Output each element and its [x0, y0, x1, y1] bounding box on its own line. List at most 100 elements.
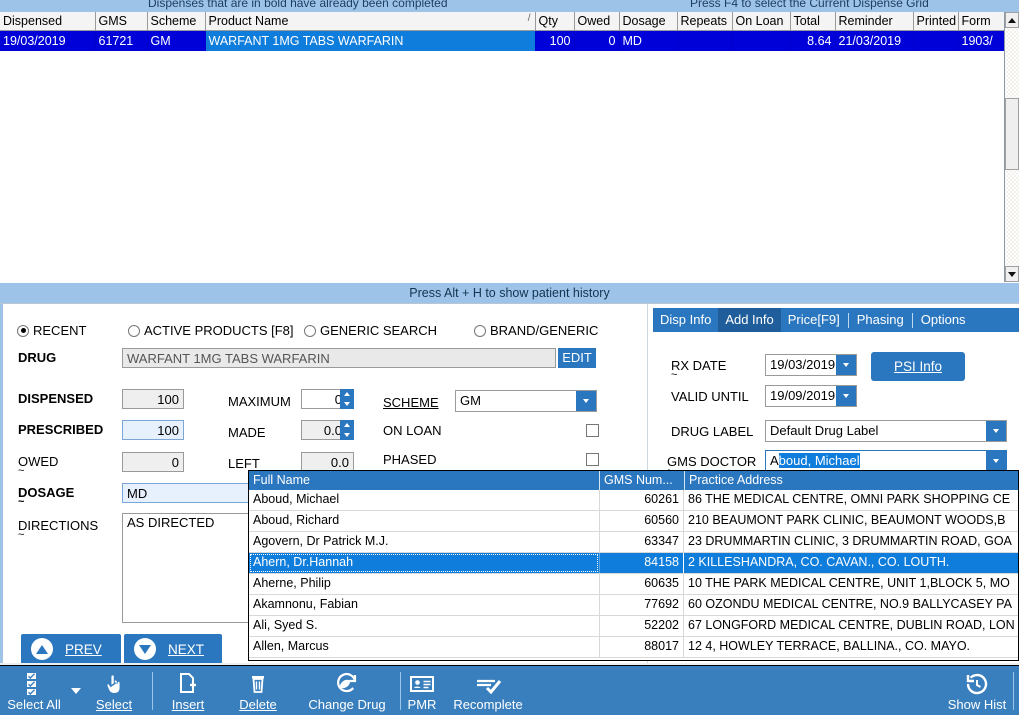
select-all-button[interactable]: Select All — [2, 668, 66, 714]
prescribed-label: PRESCRIBED — [18, 422, 104, 437]
col-repeats[interactable]: Repeats — [677, 12, 733, 31]
radio-recent[interactable]: RECENT — [17, 323, 86, 338]
delete-button[interactable]: Delete — [230, 668, 286, 714]
psi-info-button[interactable]: PSI Info — [871, 352, 965, 381]
tab-add-info[interactable]: Add Info — [718, 308, 781, 332]
scroll-down-button[interactable] — [1005, 266, 1019, 282]
pmr-label-text: PMR — [407, 697, 437, 712]
change-drug-button[interactable]: Change Drug — [298, 668, 396, 714]
cell-dispensed[interactable]: 19/03/2019 — [0, 30, 96, 51]
col-scheme[interactable]: Scheme — [147, 12, 206, 31]
select-all-dropdown-caret-icon[interactable] — [71, 688, 81, 694]
chevron-down-icon[interactable] — [986, 421, 1006, 441]
list-item[interactable]: Aboud, Richard 60560 210 BEAUMONT PARK C… — [249, 511, 1018, 532]
col-product-name[interactable]: Product Name / — [205, 12, 536, 31]
maximum-stepper-down[interactable] — [340, 399, 354, 409]
edit-button[interactable]: EDIT — [558, 348, 596, 368]
cell-total[interactable]: 8.64 — [790, 30, 836, 51]
cell-qty[interactable]: 100 — [535, 30, 575, 51]
list-item[interactable]: Aherne, Philip 60635 10 THE PARK MEDICAL… — [249, 574, 1018, 595]
dropdown-col-practice-address[interactable]: Practice Address — [684, 471, 1018, 490]
insert-button[interactable]: Insert — [160, 668, 216, 714]
cell-scheme[interactable]: GM — [147, 30, 206, 51]
dispensed-input[interactable]: 100 — [122, 389, 184, 409]
col-form[interactable]: Form — [958, 12, 1004, 31]
made-stepper-down[interactable] — [340, 430, 354, 440]
next-button[interactable]: NEXT — [124, 634, 222, 664]
col-owed[interactable]: Owed — [574, 12, 620, 31]
owed-input[interactable]: 0 — [122, 452, 184, 472]
scroll-up-button[interactable] — [1005, 12, 1019, 28]
doctor-gms-number: 60261 — [599, 490, 684, 510]
col-reminder[interactable]: Reminder — [835, 12, 914, 31]
valid-until-select[interactable]: 19/09/2019 — [765, 385, 857, 407]
made-stepper-up[interactable] — [340, 420, 354, 430]
select-button[interactable]: Select — [86, 668, 142, 714]
maximum-stepper-up[interactable] — [340, 389, 354, 399]
col-gms[interactable]: GMS — [95, 12, 148, 31]
left-input[interactable]: 0.0 — [301, 452, 354, 472]
cell-gms[interactable]: 61721 — [95, 30, 148, 51]
gms-doctor-label: GMS DOCTOR~ — [667, 454, 756, 477]
cell-reminder[interactable]: 21/03/2019 — [835, 30, 914, 51]
pmr-button[interactable]: PMR — [398, 668, 446, 714]
radio-active-products[interactable]: ACTIVE PRODUCTS [F8] — [128, 323, 294, 338]
cell-repeats[interactable] — [677, 30, 733, 51]
grid-vertical-scrollbar[interactable] — [1005, 12, 1019, 282]
prescribed-input[interactable]: 100 — [122, 420, 184, 440]
rx-date-select[interactable]: 19/03/2019 — [765, 354, 857, 376]
tab-price[interactable]: Price[F9] — [781, 308, 847, 332]
tab-options[interactable]: Options — [914, 308, 973, 332]
chevron-down-icon[interactable] — [986, 451, 1006, 471]
scrollbar-thumb[interactable] — [1005, 98, 1019, 170]
phased-checkbox[interactable] — [586, 453, 599, 466]
dropdown-col-gms-number[interactable]: GMS Num... — [599, 471, 684, 490]
patient-history-hint-text: Press Alt + H to show patient history — [409, 286, 610, 300]
cell-printed[interactable] — [913, 30, 959, 51]
doctor-name: Ali, Syed S. — [253, 618, 318, 632]
col-printed[interactable]: Printed — [913, 12, 959, 31]
arrow-down-icon — [344, 402, 350, 406]
list-item[interactable]: Aboud, Michael 60261 86 THE MEDICAL CENT… — [249, 490, 1018, 511]
col-dispensed[interactable]: Dispensed — [0, 12, 96, 31]
show-hist-button[interactable]: Show Hist — [935, 668, 1019, 714]
cell-dosage[interactable]: MD — [619, 30, 678, 51]
made-stepper[interactable] — [340, 420, 354, 440]
scheme-select[interactable]: GM — [455, 390, 597, 412]
recomplete-button[interactable]: Recomplete — [448, 668, 528, 714]
list-item[interactable]: Ali, Syed S. 52202 67 LONGFORD MEDICAL C… — [249, 616, 1018, 637]
cell-owed[interactable]: 0 — [574, 30, 620, 51]
prev-button[interactable]: PREV — [21, 634, 121, 664]
radio-brand-generic[interactable]: BRAND/GENERIC — [474, 323, 598, 338]
gms-doctor-combo[interactable]: Aboud, Michael — [765, 450, 1007, 472]
cell-on-loan[interactable] — [732, 30, 791, 51]
col-on-loan[interactable]: On Loan — [732, 12, 791, 31]
drug-input[interactable]: WARFANT 1MG TABS WARFARIN — [122, 348, 556, 368]
cell-form[interactable]: 1903/ — [958, 30, 1004, 51]
doctor-name: Aboud, Michael — [253, 492, 340, 506]
directions-label-text: DIRECTIONS — [18, 518, 99, 533]
tab-phasing[interactable]: Phasing — [850, 308, 911, 332]
radio-generic-search[interactable]: GENERIC SEARCH — [304, 323, 437, 338]
chevron-down-icon[interactable] — [836, 355, 856, 375]
tab-disp-info[interactable]: Disp Info — [653, 308, 718, 332]
doctor-practice-address: 2 KILLESHANDRA, CO. CAVAN., CO. LOUTH. — [688, 555, 950, 569]
col-qty[interactable]: Qty — [535, 12, 575, 31]
chevron-down-icon[interactable] — [576, 391, 596, 411]
info-tabbar: Disp Info Add Info Price[F9] Phasing Opt… — [653, 308, 1019, 332]
list-item[interactable]: Allen, Marcus 88017 12 4, HOWLEY TERRACE… — [249, 637, 1018, 658]
table-row[interactable]: 19/03/2019 61721 GM WARFANT 1MG TABS WAR… — [0, 30, 1004, 51]
col-dosage[interactable]: Dosage — [619, 12, 678, 31]
drug-label-select[interactable]: Default Drug Label — [765, 420, 1007, 442]
gms-doctor-dropdown[interactable]: Full Name GMS Num... Practice Address Ab… — [248, 470, 1019, 661]
col-total[interactable]: Total — [790, 12, 836, 31]
cell-product-name[interactable]: WARFANT 1MG TABS WARFARIN — [205, 30, 536, 51]
dispense-grid[interactable]: Dispensed GMS Scheme Product Name / Qty O… — [0, 12, 1005, 282]
on-loan-checkbox[interactable] — [586, 424, 599, 437]
list-item[interactable]: Akamnonu, Fabian 77692 60 OZONDU MEDICAL… — [249, 595, 1018, 616]
chevron-down-icon[interactable] — [836, 386, 856, 406]
list-item[interactable]: Agovern, Dr Patrick M.J. 63347 23 DRUMMA… — [249, 532, 1018, 553]
dropdown-col-full-name[interactable]: Full Name — [249, 471, 599, 490]
maximum-stepper[interactable] — [340, 389, 354, 409]
list-item-selected[interactable]: Ahern, Dr.Hannah 84158 2 KILLESHANDRA, C… — [249, 553, 1018, 574]
